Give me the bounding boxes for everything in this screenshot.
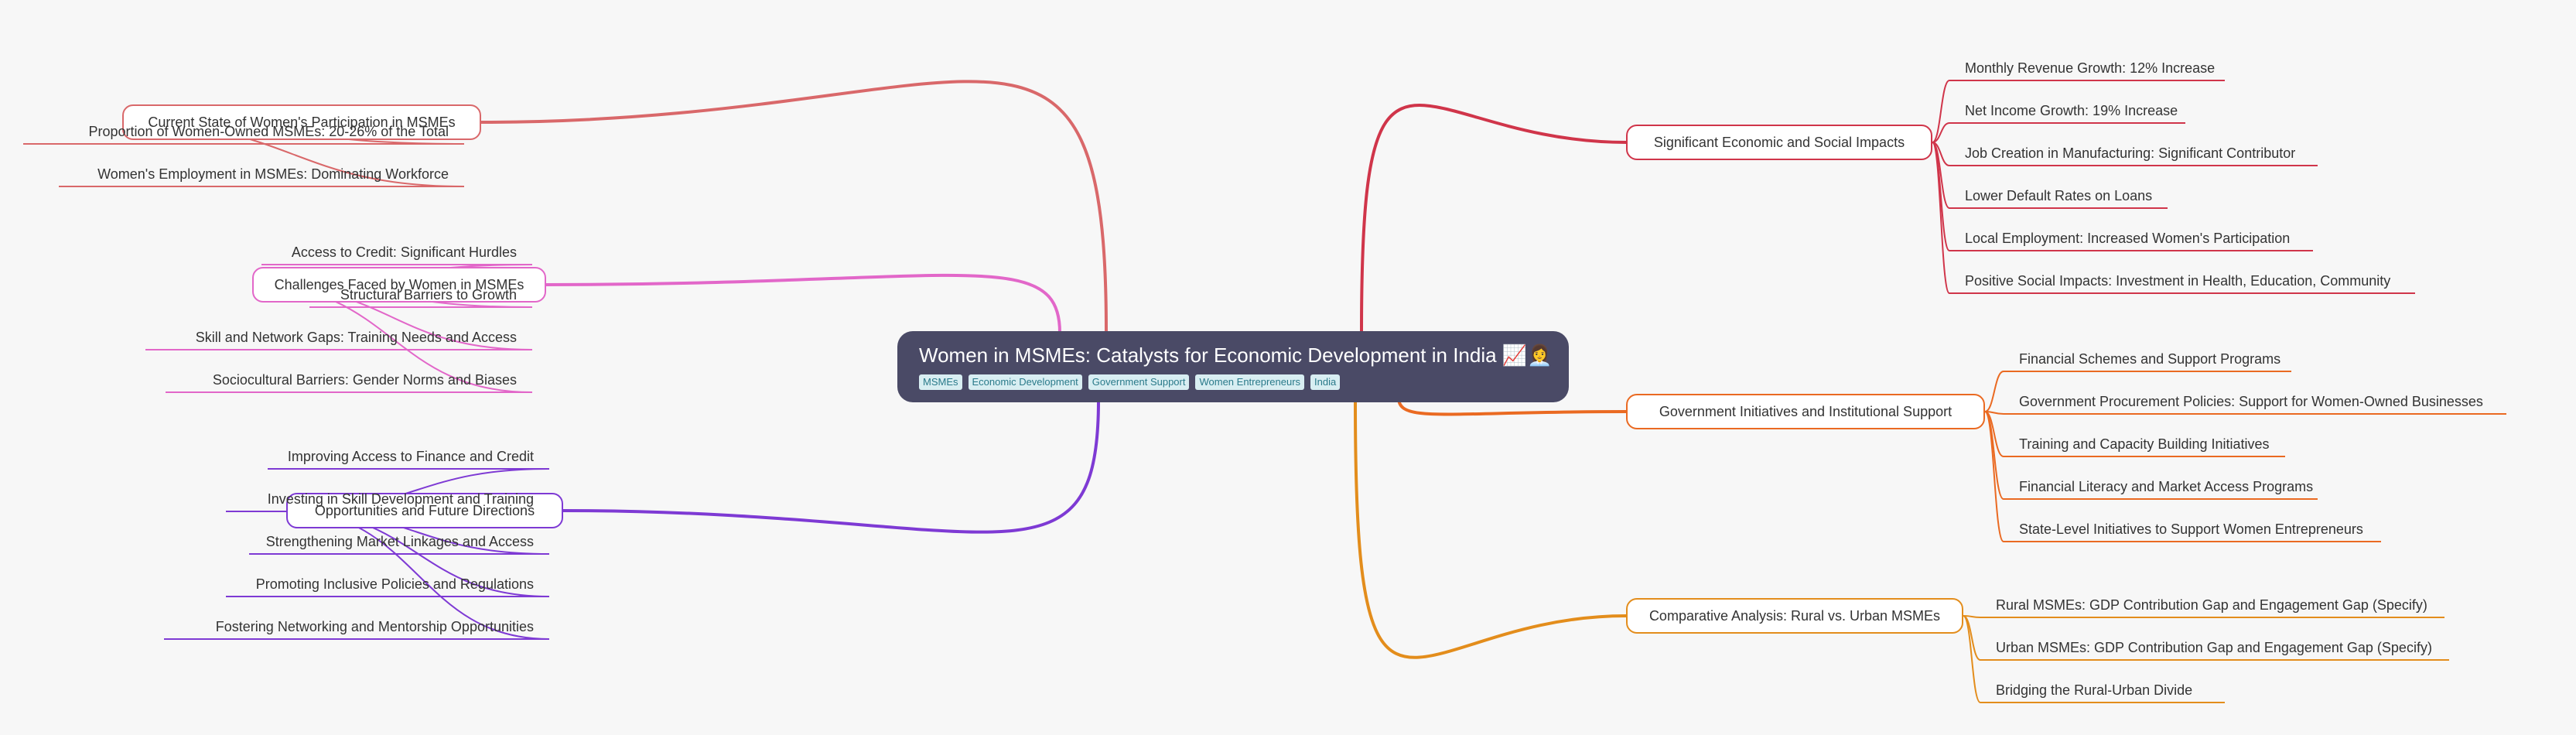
- root-node[interactable]: Women in MSMEs: Catalysts for Economic D…: [897, 331, 1569, 402]
- leaf-node-fostering-networking-and-mentorship-oppo[interactable]: Fostering Networking and Mentorship Oppo…: [172, 616, 534, 639]
- leaf-node-training-and-capacity-building-initiativ[interactable]: Training and Capacity Building Initiativ…: [2019, 433, 2285, 456]
- leaf-node-promoting-inclusive-policies-and-regulat[interactable]: Promoting Inclusive Policies and Regulat…: [234, 573, 534, 597]
- leaf-node-women-s-employment-in-msmes-dominating-w[interactable]: Women's Employment in MSMEs: Dominating …: [67, 163, 449, 186]
- connector-root-branch-4: [480, 80, 1108, 332]
- leaf-node-state-level-initiatives-to-support-women[interactable]: State-Level Initiatives to Support Women…: [2019, 518, 2381, 542]
- leaf-node-job-creation-in-manufacturing-significan[interactable]: Job Creation in Manufacturing: Significa…: [1965, 142, 2318, 166]
- connector-root-branch-6: [562, 400, 1100, 534]
- connector-root-branch-3: [1354, 402, 1627, 659]
- leaf-node-financial-literacy-and-market-access-pro[interactable]: Financial Literacy and Market Access Pro…: [2019, 476, 2318, 499]
- leaf-node-urban-msmes-gdp-contribution-gap-and-eng[interactable]: Urban MSMEs: GDP Contribution Gap and En…: [1996, 637, 2449, 660]
- root-title: Women in MSMEs: Catalysts for Economic D…: [919, 344, 1553, 367]
- branch-node-government-initiatives-and-institutional[interactable]: Government Initiatives and Institutional…: [1626, 394, 1985, 429]
- connector-root-branch-1: [1360, 104, 1627, 333]
- branch-label: Significant Economic and Social Impacts: [1653, 134, 1905, 150]
- leaf-node-proportion-of-women-owned-msmes-20-26-of[interactable]: Proportion of Women-Owned MSMEs: 20-26% …: [31, 121, 449, 144]
- leaf-node-structural-barriers-to-growth[interactable]: Structural Barriers to Growth: [317, 284, 517, 307]
- leaf-node-positive-social-impacts-investment-in-he[interactable]: Positive Social Impacts: Investment in H…: [1965, 270, 2415, 293]
- leaf-node-improving-access-to-finance-and-credit[interactable]: Improving Access to Finance and Credit: [275, 446, 534, 469]
- leaf-node-lower-default-rates-on-loans[interactable]: Lower Default Rates on Loans: [1965, 185, 2168, 208]
- mindmap-canvas: Women in MSMEs: Catalysts for Economic D…: [0, 0, 2576, 735]
- leaf-node-sociocultural-barriers-gender-norms-and-[interactable]: Sociocultural Barriers: Gender Norms and…: [173, 369, 517, 392]
- tag-government-support[interactable]: Government Support: [1088, 374, 1190, 390]
- branch-label: Comparative Analysis: Rural vs. Urban MS…: [1648, 607, 1941, 624]
- leaf-node-bridging-the-rural-urban-divide[interactable]: Bridging the Rural-Urban Divide: [1996, 679, 2225, 703]
- connector-root-branch-5: [545, 273, 1061, 333]
- leaf-node-government-procurement-policies-support-[interactable]: Government Procurement Policies: Support…: [2019, 391, 2506, 414]
- tag-india[interactable]: India: [1310, 374, 1341, 390]
- branch-node-significant-economic-and-social-impacts[interactable]: Significant Economic and Social Impacts: [1626, 125, 1932, 160]
- branch-node-comparative-analysis-rural-vs-urban-msme[interactable]: Comparative Analysis: Rural vs. Urban MS…: [1626, 598, 1963, 634]
- branch-label: Government Initiatives and Institutional…: [1659, 403, 1952, 419]
- leaf-node-net-income-growth-19-increase[interactable]: Net Income Growth: 19% Increase: [1965, 100, 2185, 123]
- tag-economic-development[interactable]: Economic Development: [968, 374, 1082, 390]
- connector-leaf-1-2: [1932, 122, 2185, 143]
- leaf-node-rural-msmes-gdp-contribution-gap-and-eng[interactable]: Rural MSMEs: GDP Contribution Gap and En…: [1996, 594, 2444, 617]
- leaf-node-strengthening-market-linkages-and-access[interactable]: Strengthening Market Linkages and Access: [257, 531, 534, 554]
- leaf-node-financial-schemes-and-support-programs[interactable]: Financial Schemes and Support Programs: [2019, 348, 2291, 371]
- leaf-node-investing-in-skill-development-and-train[interactable]: Investing in Skill Development and Train…: [234, 488, 534, 511]
- tag-women-entrepreneurs[interactable]: Women Entrepreneurs: [1195, 374, 1305, 390]
- tag-msmes[interactable]: MSMEs: [919, 374, 962, 390]
- leaf-node-monthly-revenue-growth-12-increase[interactable]: Monthly Revenue Growth: 12% Increase: [1965, 57, 2225, 80]
- leaf-node-local-employment-increased-women-s-parti[interactable]: Local Employment: Increased Women's Part…: [1965, 227, 2313, 251]
- leaf-node-skill-and-network-gaps-training-needs-an[interactable]: Skill and Network Gaps: Training Needs a…: [153, 326, 517, 350]
- root-tags: MSMEs Economic Development Government Su…: [919, 374, 1547, 390]
- leaf-node-access-to-credit-significant-hurdles[interactable]: Access to Credit: Significant Hurdles: [269, 241, 517, 265]
